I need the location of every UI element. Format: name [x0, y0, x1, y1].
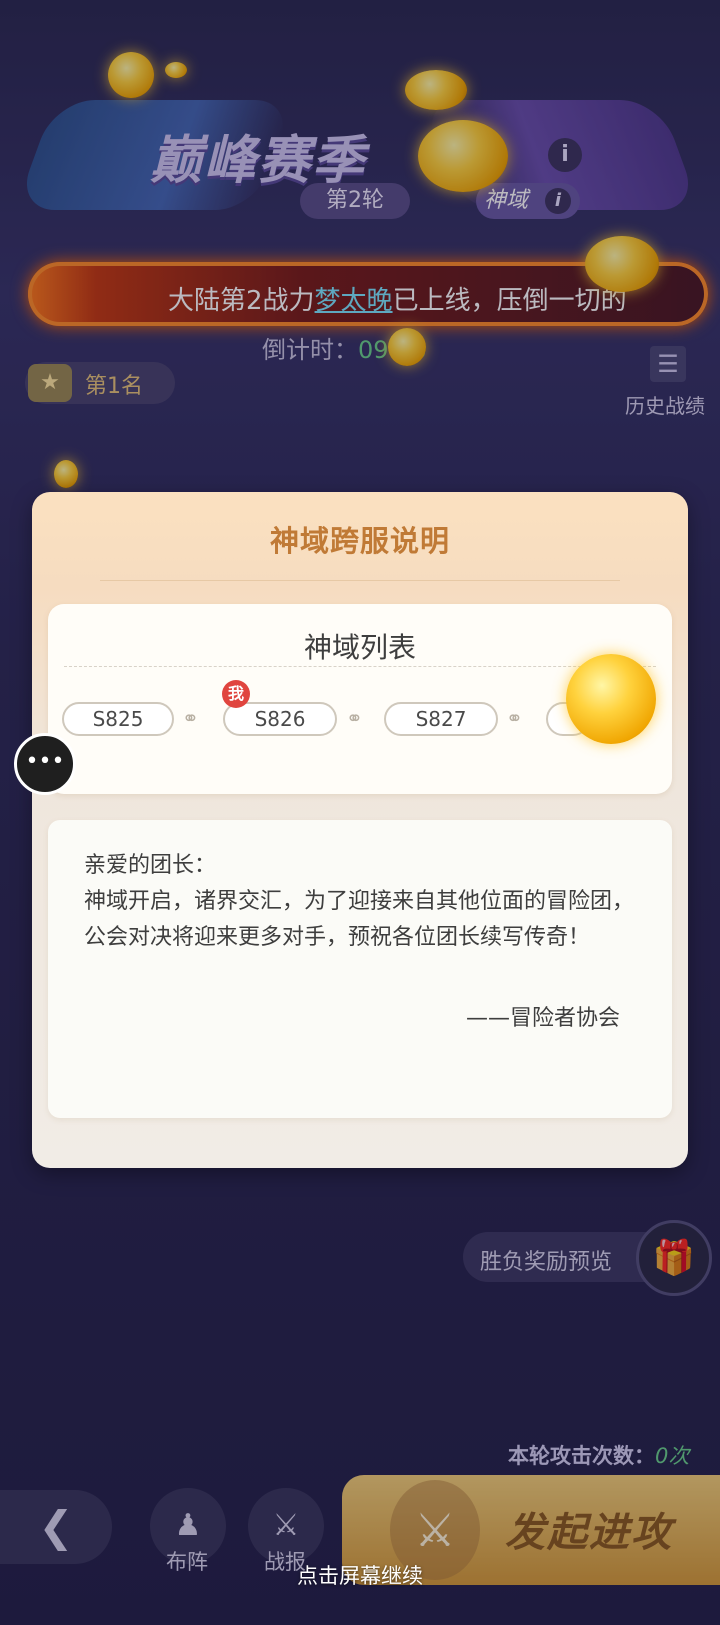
link-icon: ⚭ — [182, 706, 199, 730]
dialog-title: 神域跨服说明 — [269, 524, 450, 558]
server-chip: S825 — [62, 702, 174, 736]
tap-to-continue[interactable]: 点击屏幕继续 — [0, 1560, 720, 1590]
server-list-divider — [64, 666, 656, 667]
coin-decoration — [566, 654, 656, 744]
letter-body: 神域开启，诸界交汇，为了迎接来自其他位面的冒险团，公会对决将迎来更多对手，预祝各… — [84, 889, 635, 950]
me-badge: 我 — [222, 680, 250, 708]
link-icon: ⚭ — [346, 706, 363, 730]
chat-icon[interactable]: ••• — [14, 733, 76, 795]
server-list-title: 神域列表 — [303, 631, 416, 664]
title-divider — [100, 580, 620, 581]
server-chip: S827 — [384, 702, 498, 736]
letter-signature: ——冒险者协会 — [466, 1006, 621, 1031]
letter-greeting: 亲爱的团长： — [84, 853, 217, 878]
link-icon: ⚭ — [506, 706, 523, 730]
